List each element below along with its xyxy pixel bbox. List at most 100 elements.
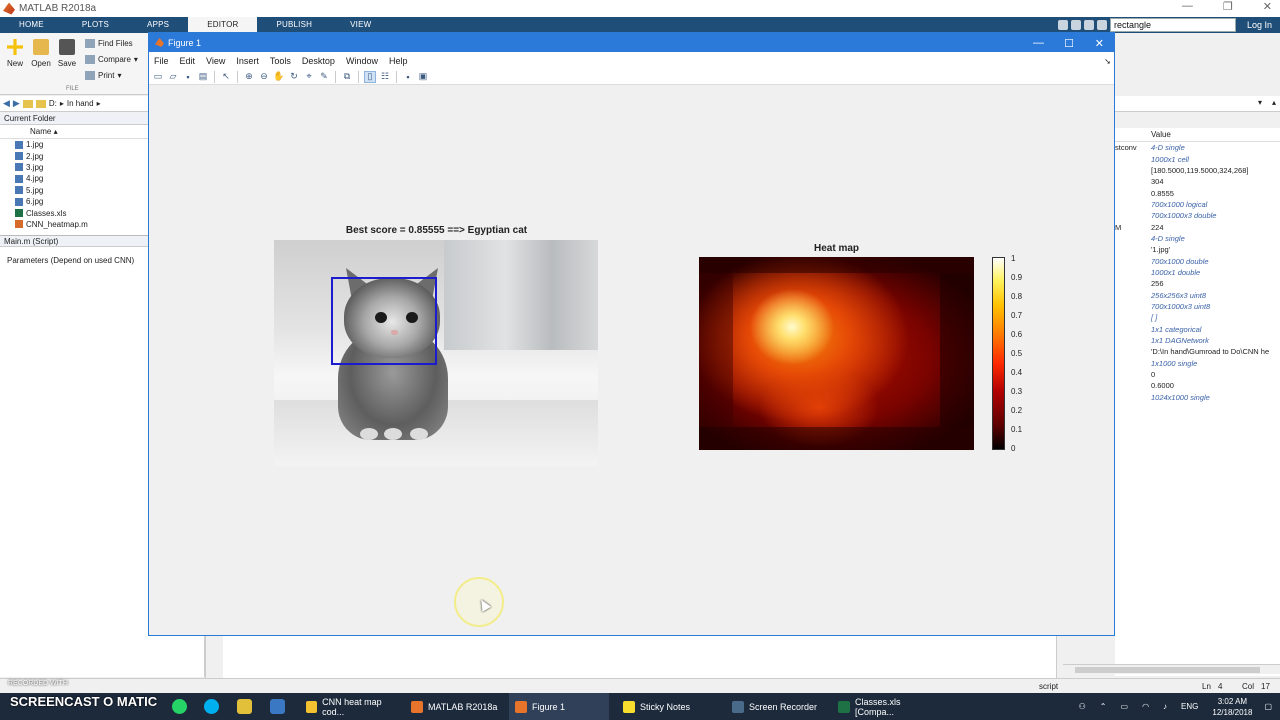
restore-icon[interactable]: ❐ <box>1223 0 1233 13</box>
login-button[interactable]: Log In <box>1239 20 1280 30</box>
search-documentation-input[interactable]: rectangle <box>1109 18 1236 32</box>
store-icon[interactable] <box>270 699 285 714</box>
workspace-row[interactable]: 1x1 categorical <box>1115 324 1280 335</box>
forward-arrow-icon[interactable]: ▶ <box>13 98 20 109</box>
skype-icon[interactable] <box>204 699 219 714</box>
undo-icon[interactable] <box>1070 20 1081 30</box>
workspace-row[interactable]: 1x1000 single <box>1115 358 1280 369</box>
open-file-icon[interactable]: ▱ <box>167 71 179 83</box>
notification-chevron-icon[interactable]: ⌃ <box>1100 702 1107 711</box>
menu-help[interactable]: Help <box>389 56 408 66</box>
tab-publish[interactable]: PUBLISH <box>257 17 331 33</box>
figure-close-icon[interactable]: ✕ <box>1095 37 1104 50</box>
workspace-row[interactable]: 0.8555 <box>1115 187 1280 198</box>
taskbar-item[interactable]: Sticky Notes <box>617 693 721 720</box>
link-plot-icon[interactable]: ⧉ <box>341 71 353 83</box>
battery-icon[interactable]: ▭ <box>1121 702 1129 711</box>
taskbar-item[interactable]: Classes.xls [Compa... <box>832 693 942 720</box>
tab-apps[interactable]: APPS <box>128 17 188 33</box>
whatsapp-icon[interactable] <box>172 699 187 714</box>
insert-legend-icon[interactable]: ☷ <box>379 71 391 83</box>
figure-minimize-icon[interactable]: — <box>1033 37 1044 49</box>
save-figure-icon[interactable]: ▪ <box>182 71 194 83</box>
scroll-up-icon[interactable]: ▴ <box>1272 98 1276 107</box>
workspace-row[interactable]: M 224 <box>1115 221 1280 232</box>
brush-icon[interactable]: ✎ <box>318 71 330 83</box>
tab-home[interactable]: HOME <box>0 17 63 33</box>
help-icon[interactable] <box>1096 20 1107 30</box>
taskbar-item[interactable]: CNN heat map cod... <box>300 693 400 720</box>
file-item[interactable]: 3.jpg <box>0 162 149 173</box>
new-figure-icon[interactable]: ▭ <box>152 71 164 83</box>
file-item[interactable]: 4.jpg <box>0 173 149 184</box>
find-files-button[interactable]: Find Files <box>85 39 133 48</box>
menu-file[interactable]: File <box>154 56 169 66</box>
workspace-row[interactable]: 256 <box>1115 278 1280 289</box>
file-item[interactable]: CNN_heatmap.m <box>0 219 149 230</box>
hide-plot-tools-icon[interactable]: ▪ <box>402 71 414 83</box>
minimize-icon[interactable]: — <box>1182 0 1193 13</box>
tab-plots[interactable]: PLOTS <box>63 17 128 33</box>
workspace-row[interactable]: stconv 4-D single <box>1115 142 1280 153</box>
value-column-header[interactable]: Value <box>1115 128 1280 142</box>
workspace-row[interactable]: 700x1000 double <box>1115 255 1280 266</box>
workspace-row[interactable]: 256x256x3 uint8 <box>1115 289 1280 300</box>
taskbar-item[interactable]: Figure 1 <box>509 693 609 720</box>
action-center-icon[interactable]: ▢ <box>1264 702 1272 711</box>
workspace-row[interactable]: [180.5000,119.5000,324,268] <box>1115 165 1280 176</box>
language-indicator[interactable]: ENG <box>1181 702 1198 711</box>
workspace-row[interactable]: '1.jpg' <box>1115 244 1280 255</box>
clock[interactable]: 3:02 AM 12/18/2018 <box>1204 696 1264 718</box>
file-item[interactable]: 1.jpg <box>0 139 149 150</box>
workspace-row[interactable]: 1000x1 double <box>1115 267 1280 278</box>
redo-icon[interactable] <box>1083 20 1094 30</box>
tab-editor[interactable]: EDITOR <box>188 17 258 33</box>
menu-edit[interactable]: Edit <box>180 56 196 66</box>
path-folder[interactable]: In hand <box>67 99 94 108</box>
new-button[interactable]: New <box>3 39 27 68</box>
editor-area[interactable] <box>205 636 1057 678</box>
workspace-row[interactable]: 700x1000x3 double <box>1115 210 1280 221</box>
file-item[interactable]: 5.jpg <box>0 185 149 196</box>
workspace-row[interactable]: 4-D single <box>1115 233 1280 244</box>
browse-folder-icon[interactable] <box>35 99 46 108</box>
people-icon[interactable]: ⚇ <box>1079 702 1086 711</box>
workspace-row[interactable]: 1000x1 cell <box>1115 153 1280 164</box>
menu-tools[interactable]: Tools <box>270 56 291 66</box>
file-item[interactable]: 6.jpg <box>0 196 149 207</box>
compare-button[interactable]: Compare ▾ <box>85 55 138 64</box>
back-arrow-icon[interactable]: ◀ <box>3 98 10 109</box>
workspace-horizontal-scrollbar[interactable] <box>1063 664 1280 674</box>
workspace-row[interactable]: 1x1 DAGNetwork <box>1115 335 1280 346</box>
figure-maximize-icon[interactable]: ☐ <box>1064 37 1074 50</box>
show-plot-tools-icon[interactable]: ▣ <box>417 71 429 83</box>
taskbar-item[interactable]: MATLAB R2018a <box>405 693 505 720</box>
figure-canvas[interactable]: Best score = 0.85555 ==> Egyptian cat He… <box>149 86 1114 635</box>
menu-desktop[interactable]: Desktop <box>302 56 335 66</box>
workspace-row[interactable]: 0 <box>1115 369 1280 380</box>
data-cursor-icon[interactable]: ⌖ <box>303 71 315 83</box>
taskbar-item[interactable]: Screen Recorder <box>726 693 826 720</box>
edit-plot-icon[interactable]: ↖ <box>220 71 232 83</box>
workspace-row[interactable]: [ ] <box>1115 312 1280 323</box>
workspace-row[interactable]: 700x1000x3 uint8 <box>1115 301 1280 312</box>
print-button[interactable]: Print ▾ <box>85 71 121 80</box>
menu-window[interactable]: Window <box>346 56 378 66</box>
workspace-row[interactable]: 1024x1000 single <box>1115 392 1280 403</box>
workspace-row[interactable]: 304 <box>1115 176 1280 187</box>
open-button[interactable]: Open <box>29 39 53 68</box>
zoom-out-icon[interactable]: ⊖ <box>258 71 270 83</box>
save-layout-icon[interactable] <box>1057 20 1068 30</box>
workspace-row[interactable]: 'D:\In hand\Gumroad to Do\CNN he <box>1115 346 1280 357</box>
print-figure-icon[interactable]: ▤ <box>197 71 209 83</box>
menu-insert[interactable]: Insert <box>236 56 259 66</box>
insert-colorbar-icon[interactable]: ▯ <box>364 70 376 83</box>
photos-icon[interactable] <box>237 699 252 714</box>
up-folder-icon[interactable] <box>22 99 33 108</box>
path-drive[interactable]: D: <box>49 99 57 108</box>
workspace-dropdown-icon[interactable]: ▾ <box>1258 98 1262 107</box>
dock-arrow-icon[interactable]: ➘ <box>1104 57 1111 66</box>
pan-icon[interactable]: ✋ <box>273 71 285 83</box>
file-item[interactable]: Classes.xls <box>0 207 149 218</box>
rotate-icon[interactable]: ↻ <box>288 71 300 83</box>
